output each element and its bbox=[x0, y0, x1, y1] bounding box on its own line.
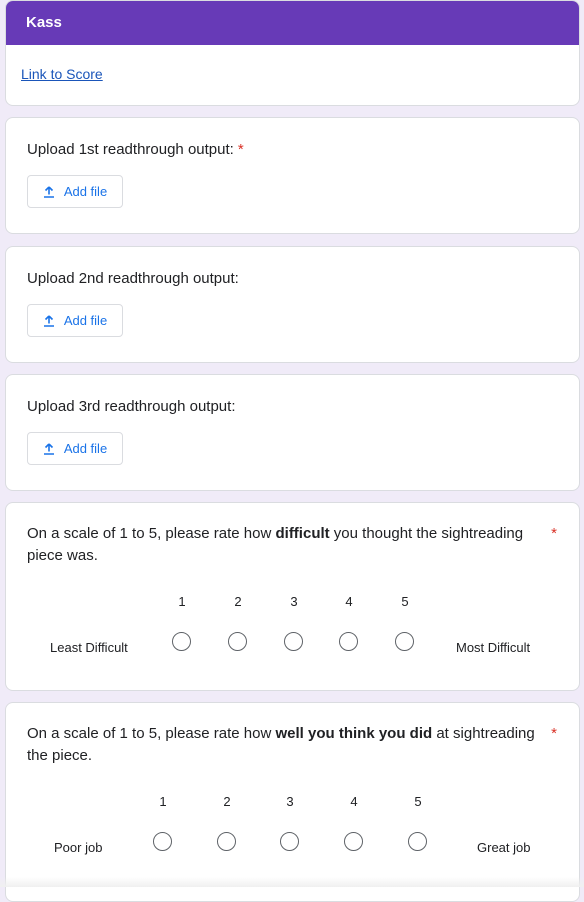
question-title: On a scale of 1 to 5, please rate how di… bbox=[27, 525, 524, 564]
scale-label-1: 1 bbox=[178, 594, 186, 609]
add-file-button[interactable]: Add file bbox=[27, 304, 123, 337]
upload-icon bbox=[43, 442, 54, 455]
form-header-card: Kass Link to Score bbox=[5, 0, 580, 106]
scale-label-2: 2 bbox=[223, 794, 231, 809]
low-end-label: Least Difficult bbox=[50, 640, 128, 655]
question-title: Upload 3rd readthrough output: bbox=[27, 398, 236, 415]
scale-label-3: 3 bbox=[286, 794, 294, 809]
radio-option-4[interactable] bbox=[339, 632, 358, 651]
required-asterisk: * bbox=[551, 525, 557, 542]
form-title: Kass bbox=[6, 1, 579, 45]
scale-label-4: 4 bbox=[345, 594, 353, 609]
add-file-label: Add file bbox=[63, 441, 108, 456]
upload-icon bbox=[43, 185, 54, 198]
upload-question-1: Upload 1st readthrough output: * Add file bbox=[5, 117, 580, 234]
add-file-button[interactable]: Add file bbox=[27, 175, 123, 208]
required-asterisk: * bbox=[551, 725, 557, 742]
radio-option-1[interactable] bbox=[172, 632, 191, 651]
link-to-score[interactable]: Link to Score bbox=[21, 66, 103, 82]
radio-option-5[interactable] bbox=[408, 832, 427, 851]
question-title: Upload 2nd readthrough output: bbox=[27, 270, 239, 287]
scale-label-4: 4 bbox=[350, 794, 358, 809]
scale-label-1: 1 bbox=[159, 794, 167, 809]
low-end-label: Poor job bbox=[54, 840, 103, 855]
required-asterisk: * bbox=[237, 141, 244, 158]
add-file-label: Add file bbox=[63, 313, 108, 328]
upload-question-3: Upload 3rd readthrough output: Add file bbox=[5, 374, 580, 491]
performance-rating-question: On a scale of 1 to 5, please rate how we… bbox=[5, 702, 580, 902]
radio-option-3[interactable] bbox=[284, 632, 303, 651]
upload-icon bbox=[43, 314, 54, 327]
add-file-button[interactable]: Add file bbox=[27, 432, 123, 465]
radio-option-2[interactable] bbox=[217, 832, 236, 851]
question-title: On a scale of 1 to 5, please rate how we… bbox=[27, 725, 535, 764]
question-title: Upload 1st readthrough output: * bbox=[27, 141, 244, 158]
add-file-label: Add file bbox=[63, 184, 108, 199]
scale-label-3: 3 bbox=[290, 594, 298, 609]
scale-label-5: 5 bbox=[414, 794, 422, 809]
high-end-label: Most Difficult bbox=[456, 640, 531, 655]
scale-label-5: 5 bbox=[401, 594, 409, 609]
scale-label-2: 2 bbox=[234, 594, 242, 609]
radio-option-4[interactable] bbox=[344, 832, 363, 851]
scroll-fade bbox=[0, 877, 584, 887]
radio-option-2[interactable] bbox=[228, 632, 247, 651]
radio-option-3[interactable] bbox=[280, 832, 299, 851]
radio-option-5[interactable] bbox=[395, 632, 414, 651]
radio-option-1[interactable] bbox=[153, 832, 172, 851]
high-end-label: Great job bbox=[477, 840, 531, 855]
upload-question-2: Upload 2nd readthrough output: Add file bbox=[5, 246, 580, 363]
difficulty-rating-question: On a scale of 1 to 5, please rate how di… bbox=[5, 502, 580, 691]
